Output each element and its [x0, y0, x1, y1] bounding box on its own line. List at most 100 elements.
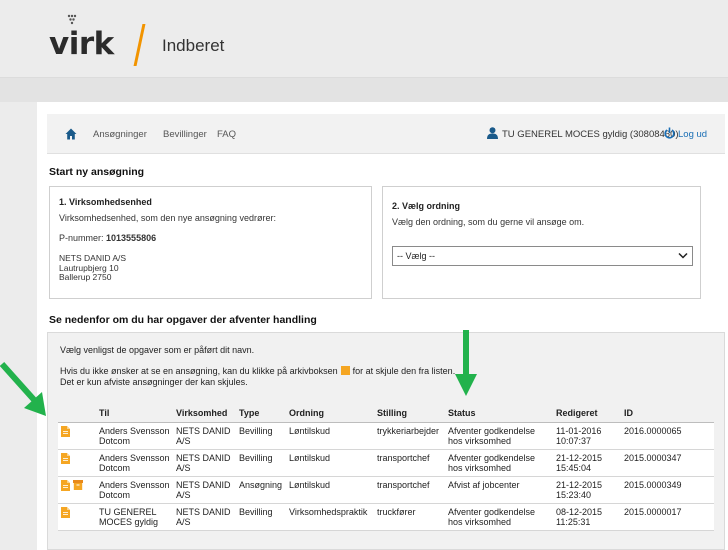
cell-til[interactable]: TU GENEREL MOCES gyldig — [96, 503, 173, 531]
column-header-icons — [58, 405, 96, 423]
cell-til[interactable]: Anders Svensson Dotcom — [96, 476, 173, 504]
cell-type: Ansøgning — [236, 476, 286, 504]
user-icon — [487, 127, 498, 139]
table-header-row: Til Virksomhed Type Ordning Stilling Sta… — [58, 405, 714, 423]
main-content: Ansøgninger Bevillinger FAQ TU GENEREL M… — [37, 102, 728, 550]
header-title: Indberet — [162, 36, 225, 55]
redigeret-time: 10:07:37 — [556, 436, 592, 446]
cell-stilling: transportchef — [374, 476, 445, 504]
column-header-ordning[interactable]: Ordning — [286, 405, 374, 423]
archive-icon[interactable] — [73, 480, 83, 490]
home-icon[interactable] — [65, 128, 77, 140]
cell-virksomhed: NETS DANID A/S — [173, 449, 236, 477]
business-unit-box: 1. Virksomhedsenhed Virksomhedsenhed, so… — [49, 186, 372, 299]
cell-ordning: Løntilskud — [286, 422, 374, 450]
column-header-stilling[interactable]: Stilling — [374, 405, 445, 423]
nav-link-ansogninger[interactable]: Ansøgninger — [93, 129, 147, 140]
redigeret-date: 21-12-2015 — [556, 453, 603, 463]
logged-in-user: TU GENEREL MOCES gyldig (30808460) — [502, 129, 679, 140]
green-arrow-icon — [455, 330, 477, 396]
column-header-til[interactable]: Til — [96, 405, 173, 423]
cell-stilling: truckfører — [374, 503, 445, 531]
cell-virksomhed: NETS DANID A/S — [173, 476, 236, 504]
p-number: P-nummer: 1013555806 — [59, 233, 156, 243]
cell-ordning: Løntilskud — [286, 449, 374, 477]
task-instruction: Vælg venligst de opgaver som er påført d… — [60, 345, 255, 355]
tasks-table: Til Virksomhed Type Ordning Stilling Sta… — [58, 405, 714, 531]
nav-link-faq[interactable]: FAQ — [217, 129, 236, 140]
column-header-redigeret[interactable]: Redigeret — [553, 405, 621, 423]
cell-stilling: trykkeriarbejder — [374, 422, 445, 450]
scheme-box: 2. Vælg ordning Vælg den ordning, som du… — [382, 186, 701, 299]
cell-redigeret: 21-12-2015 15:23:40 — [553, 476, 621, 504]
table-row[interactable]: Anders Svensson Dotcom NETS DANID A/S Be… — [58, 449, 714, 477]
document-icon[interactable] — [61, 480, 70, 491]
cell-redigeret: 21-12-2015 15:45:04 — [553, 449, 621, 477]
cell-ordning: Virksomhedspraktik — [286, 503, 374, 531]
logo-dots-icon — [67, 14, 77, 25]
row-icons — [58, 476, 96, 504]
scheme-select[interactable]: -- Vælg -- — [392, 246, 693, 266]
nav-link-bevillinger[interactable]: Bevillinger — [163, 129, 207, 140]
top-navigation: Ansøgninger Bevillinger FAQ TU GENEREL M… — [47, 114, 725, 154]
pending-tasks-panel: Vælg venligst de opgaver som er påført d… — [47, 332, 725, 550]
redigeret-date: 08-12-2015 — [556, 507, 603, 517]
address-line: Ballerup 2750 — [59, 272, 112, 282]
scheme-title: 2. Vælg ordning — [392, 201, 461, 211]
document-icon[interactable] — [61, 507, 70, 518]
redigeret-time: 11:25:31 — [556, 517, 591, 527]
cell-redigeret: 08-12-2015 11:25:31 — [553, 503, 621, 531]
redigeret-date: 21-12-2015 — [556, 480, 603, 490]
cell-stilling: transportchef — [374, 449, 445, 477]
row-icons — [58, 449, 96, 477]
document-icon[interactable] — [61, 426, 70, 437]
pending-tasks-heading: Se nedenfor om du har opgaver der afvent… — [49, 314, 317, 326]
column-header-virksomhed[interactable]: Virksomhed — [173, 405, 236, 423]
cell-id: 2016.0000065 — [621, 422, 714, 450]
scheme-description: Vælg den ordning, som du gerne vil ansøg… — [392, 217, 585, 227]
row-icons — [58, 422, 96, 450]
cell-status: Afventer godkendelse hos virksomhed — [445, 422, 553, 450]
column-header-id[interactable]: ID — [621, 405, 714, 423]
cell-status: Afventer godkendelse hos virksomhed — [445, 503, 553, 531]
task-hint: Hvis du ikke ønsker at se en ansøgning, … — [60, 366, 455, 376]
cell-til[interactable]: Anders Svensson Dotcom — [96, 449, 173, 477]
p-number-label: P-nummer: — [59, 233, 104, 243]
row-icons — [58, 503, 96, 531]
table-row[interactable]: Anders Svensson Dotcom NETS DANID A/S Be… — [58, 422, 714, 450]
cell-redigeret: 11-01-2016 10:07:37 — [553, 422, 621, 450]
header-band — [0, 78, 728, 102]
business-unit-description: Virksomhedsenhed, som den nye ansøgning … — [59, 213, 276, 223]
archive-box-icon — [340, 366, 350, 375]
table-row[interactable]: Anders Svensson Dotcom NETS DANID A/S An… — [58, 476, 714, 504]
green-arrow-icon — [0, 362, 46, 416]
scheme-select-value: -- Vælg -- — [397, 251, 435, 261]
logout-link[interactable]: Log ud — [678, 129, 707, 140]
redigeret-date: 11-01-2016 — [556, 426, 602, 436]
logo-divider — [133, 24, 146, 66]
cell-type: Bevilling — [236, 503, 286, 531]
task-hint-text-end: for at skjule den fra listen. — [352, 366, 456, 376]
cell-til[interactable]: Anders Svensson Dotcom — [96, 422, 173, 450]
business-address: NETS DANID A/S Lautrupbjerg 10 Ballerup … — [59, 253, 126, 283]
cell-type: Bevilling — [236, 422, 286, 450]
document-icon[interactable] — [61, 453, 70, 464]
cell-status: Afventer godkendelse hos virksomhed — [445, 449, 553, 477]
column-header-type[interactable]: Type — [236, 405, 286, 423]
task-hint-note: Det er kun afviste ansøgninger der kan s… — [60, 377, 248, 387]
power-icon[interactable] — [664, 127, 675, 139]
p-number-value: 1013555806 — [106, 233, 157, 243]
redigeret-time: 15:45:04 — [556, 463, 592, 473]
table-row[interactable]: TU GENEREL MOCES gyldig NETS DANID A/S B… — [58, 503, 714, 531]
task-hint-text: Hvis du ikke ønsker at se en ansøgning, … — [60, 366, 338, 376]
business-unit-title: 1. Virksomhedsenhed — [59, 197, 152, 207]
start-application-heading: Start ny ansøgning — [49, 166, 145, 178]
cell-ordning: Løntilskud — [286, 476, 374, 504]
site-header: virk Indberet — [0, 0, 728, 78]
chevron-down-icon — [678, 252, 688, 259]
cell-id: 2015.0000347 — [621, 449, 714, 477]
column-header-status[interactable]: Status — [445, 405, 553, 423]
virk-logo[interactable]: virk — [49, 26, 114, 62]
cell-status: Afvist af jobcenter — [445, 476, 553, 504]
cell-virksomhed: NETS DANID A/S — [173, 422, 236, 450]
